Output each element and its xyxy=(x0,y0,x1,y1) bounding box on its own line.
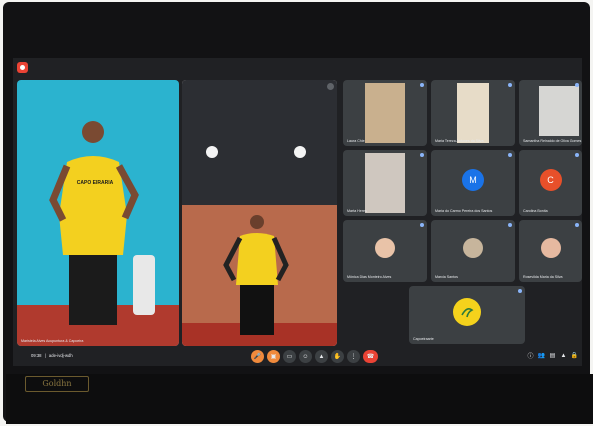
participant-name: Samantha Reinaldo de Oliva Gomes xyxy=(523,139,582,143)
activities-icon[interactable]: ▲ xyxy=(560,352,567,359)
participant-video xyxy=(457,83,489,143)
clock-time: 09:38 xyxy=(31,353,42,358)
mic-status-icon xyxy=(508,223,512,227)
camera-button[interactable]: ▣ xyxy=(267,350,280,363)
captions-button[interactable]: ▭ xyxy=(283,350,296,363)
meeting-info: 09:38 | ade-ivdj-wdh xyxy=(31,353,73,358)
participant-video xyxy=(539,86,579,136)
participant-tile[interactable]: Marta Heres xyxy=(343,150,427,216)
participant-tile[interactable]: Mônica Dias Monteiro Alves xyxy=(343,220,427,282)
participant-name: Marcia Santos xyxy=(435,275,458,279)
pin-icon[interactable] xyxy=(327,83,334,90)
participant-tile[interactable]: Marcia Santos xyxy=(431,220,515,282)
participant-name: Carolina Bonita xyxy=(523,209,548,213)
participant-name: Maria Tereza Antunes da Silva xyxy=(435,139,484,143)
participant-name: Capoeiraarte xyxy=(413,337,434,341)
participant-tile[interactable]: Maria Tereza Antunes da Silva xyxy=(431,80,515,146)
participant-video xyxy=(182,80,337,346)
present-button[interactable]: ▲ xyxy=(315,350,328,363)
monitor: CAPO EIRARIA Maristela Alves Acupuntura … xyxy=(3,2,593,424)
avatar: C xyxy=(539,168,562,191)
participant-tile[interactable]: Rosevilda Maria da Silva xyxy=(519,220,582,282)
participant-name: Mônica Dias Monteiro Alves xyxy=(347,275,392,279)
mic-status-icon xyxy=(575,83,579,87)
participant-tile[interactable]: Capoeiraarte xyxy=(409,286,525,344)
emoji-button[interactable]: ☺ xyxy=(299,350,312,363)
meeting-code: ade-ivdj-wdh xyxy=(48,353,73,358)
participant-name: Laura Chie xyxy=(347,139,365,143)
capoeira-logo-avatar xyxy=(453,298,481,327)
participant-tile[interactable]: C Carolina Bonita xyxy=(519,150,582,216)
avatar xyxy=(375,237,395,258)
participant-video xyxy=(365,83,405,143)
participant-tile[interactable]: Samantha Reinaldo de Oliva Gomes xyxy=(519,80,582,146)
participant-name: Marta Heres xyxy=(347,209,367,213)
chat-icon[interactable]: ▤ xyxy=(549,352,556,359)
mic-status-icon xyxy=(508,153,512,157)
end-call-button[interactable]: ☎ xyxy=(363,350,378,363)
capoeira-logo-icon xyxy=(461,308,474,318)
mic-status-icon xyxy=(420,153,424,157)
avatar xyxy=(463,237,483,258)
featured-tile-2[interactable] xyxy=(182,80,337,346)
participant-name: Rosevilda Maria da Silva xyxy=(523,275,563,279)
meeting-controls-bar: 09:38 | ade-ivdj-wdh 🎤 ▣ ▭ ☺ ▲ ✋ ⋮ ☎ ⓘ 👥… xyxy=(13,349,582,366)
monitor-brand-logo: Goldhn xyxy=(25,376,89,392)
more-options-button[interactable]: ⋮ xyxy=(347,350,360,363)
people-icon[interactable]: 👥 xyxy=(538,352,545,359)
mic-status-icon xyxy=(420,83,424,87)
participant-tile[interactable]: M Maria do Carmo Pereira dos Santos xyxy=(431,150,515,216)
raise-hand-button[interactable]: ✋ xyxy=(331,350,344,363)
record-icon[interactable] xyxy=(17,62,28,73)
mic-button[interactable]: 🎤 xyxy=(251,350,264,363)
shirt-text: CAPO EIRARIA xyxy=(76,180,114,186)
mic-status-icon xyxy=(575,153,579,157)
mic-status-icon xyxy=(575,223,579,227)
mic-status-icon xyxy=(420,223,424,227)
participant-tile[interactable]: Laura Chie xyxy=(343,80,427,146)
participant-name: Maristela Alves Acupuntura & Capoeira xyxy=(21,339,84,343)
mic-status-icon xyxy=(518,289,522,293)
participant-name: Maria do Carmo Pereira dos Santos xyxy=(435,209,493,213)
monitor-bezel xyxy=(6,374,593,424)
info-icon[interactable]: ⓘ xyxy=(527,352,534,360)
featured-tile-1[interactable]: CAPO EIRARIA Maristela Alves Acupuntura … xyxy=(17,80,179,346)
avatar xyxy=(540,237,561,258)
participant-video xyxy=(365,153,405,213)
mic-status-icon xyxy=(508,83,512,87)
meet-screen: CAPO EIRARIA Maristela Alves Acupuntura … xyxy=(13,58,582,366)
avatar: M xyxy=(462,168,484,191)
participant-video xyxy=(17,121,179,346)
lock-icon[interactable]: 🔒 xyxy=(571,352,578,359)
